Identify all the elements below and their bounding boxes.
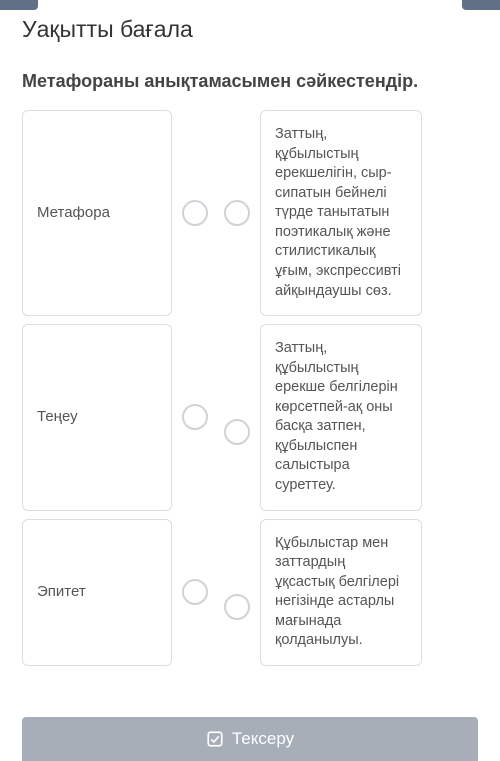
check-icon — [206, 730, 224, 748]
term-box[interactable]: Метафора — [22, 110, 172, 316]
check-button[interactable]: Тексеру — [22, 717, 478, 761]
match-row: Метафора Заттың, құбылыстың ерекшелігін,… — [22, 110, 478, 316]
connector-group — [182, 324, 250, 511]
term-label: Эпитет — [37, 582, 86, 602]
definition-text: Заттың, құбылыстың ерекше белгілерін көр… — [275, 339, 407, 496]
term-box[interactable]: Эпитет — [22, 519, 172, 666]
page-content: Уақытты бағала Метафораны анықтамасымен … — [0, 16, 500, 666]
definition-text: Құбылыстар мен заттардың ұқсастық белгіл… — [275, 534, 407, 651]
definition-connector[interactable] — [224, 594, 250, 620]
term-connector[interactable] — [182, 200, 208, 226]
definition-box[interactable]: Заттың, құбылыстың ерекшелігін, сыр-сипа… — [260, 110, 422, 316]
term-label: Метафора — [37, 203, 110, 223]
term-connector[interactable] — [182, 404, 208, 430]
page-title: Уақытты бағала — [22, 16, 478, 43]
match-row: Эпитет Құбылыстар мен заттардың ұқсастық… — [22, 519, 478, 666]
match-rows: Метафора Заттың, құбылыстың ерекшелігін,… — [22, 110, 478, 666]
match-row: Теңеу Заттың, құбылыстың ерекше белгілер… — [22, 324, 478, 511]
top-bar-left-stub — [0, 0, 38, 10]
term-box[interactable]: Теңеу — [22, 324, 172, 511]
top-bar-right-stub — [462, 0, 500, 10]
term-connector[interactable] — [182, 579, 208, 605]
top-bar — [0, 0, 500, 10]
definition-box[interactable]: Заттың, құбылыстың ерекше белгілерін көр… — [260, 324, 422, 511]
check-button-label: Тексеру — [232, 729, 294, 749]
term-label: Теңеу — [37, 407, 78, 427]
connector-group — [182, 519, 250, 666]
definition-connector[interactable] — [224, 419, 250, 445]
connector-group — [182, 110, 250, 316]
definition-box[interactable]: Құбылыстар мен заттардың ұқсастық белгіл… — [260, 519, 422, 666]
definition-connector[interactable] — [224, 200, 250, 226]
question-text: Метафораны анықтамасымен сәйкестендір. — [22, 71, 478, 92]
definition-text: Заттың, құбылыстың ерекшелігін, сыр-сипа… — [275, 125, 407, 301]
